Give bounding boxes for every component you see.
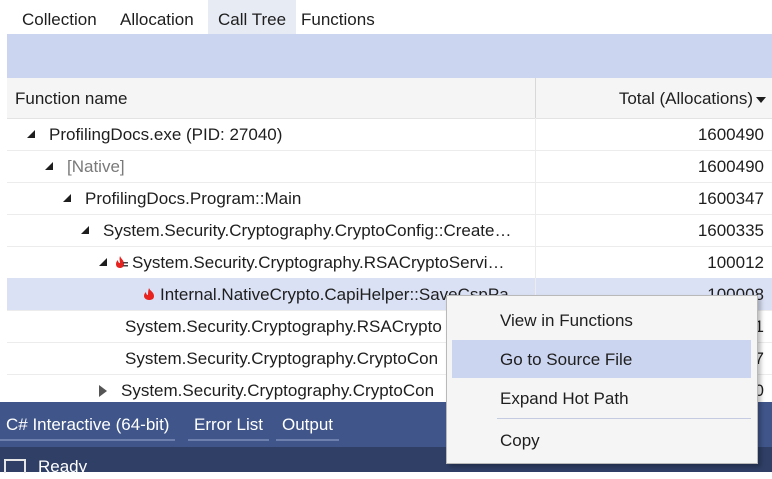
table-row[interactable]: ProfilingDocs.exe (PID: 27040) 1600490 [7, 118, 772, 151]
collapse-triangle-icon[interactable] [63, 193, 71, 202]
collapse-triangle-icon[interactable] [27, 129, 35, 138]
row-label: ProfilingDocs.exe (PID: 27040) [49, 125, 283, 144]
menu-separator [497, 418, 751, 419]
tab-underline [276, 439, 340, 441]
table-row[interactable]: ProfilingDocs.Program::Main 1600347 [7, 182, 772, 215]
column-divider[interactable] [535, 78, 536, 118]
menu-item-copy[interactable]: Copy [452, 421, 751, 459]
collapse-triangle-icon[interactable] [99, 257, 107, 266]
column-divider [535, 246, 536, 278]
row-label: System.Security.Cryptography.RSACrypto [125, 317, 442, 336]
menu-item-label: View in Functions [500, 311, 633, 330]
tab-functions[interactable]: Functions [291, 0, 385, 34]
row-value: 1600490 [697, 125, 764, 144]
row-value: 1600490 [697, 157, 764, 176]
grid-header: Function name Total (Allocations) [7, 78, 772, 119]
column-divider [535, 182, 536, 214]
row-label: System.Security.Cryptography.CryptoCon [121, 381, 435, 400]
tab-underline [188, 439, 269, 441]
tab-label: Error List [194, 415, 263, 434]
table-row[interactable]: System.Security.Cryptography.RSACryptoSe… [7, 246, 772, 279]
tab-underline [0, 439, 176, 441]
menu-item-label: Copy [500, 431, 540, 450]
menu-item-expand-hot-path[interactable]: Expand Hot Path [452, 379, 751, 417]
tab-collection[interactable]: Collection [12, 0, 107, 34]
column-divider [535, 150, 536, 182]
sort-descending-icon [756, 96, 766, 103]
tab-call-tree[interactable]: Call Tree [208, 0, 297, 34]
row-label: [Native] [67, 157, 125, 176]
hot-path-expand-icon [116, 255, 128, 268]
hot-path-flame-icon [144, 287, 154, 300]
column-header-total-label: Total (Allocations) [618, 89, 753, 108]
row-value: 1600347 [697, 189, 764, 208]
table-row[interactable]: [Native] 1600490 [7, 150, 772, 183]
column-header-function-name[interactable]: Function name [15, 78, 127, 120]
tab-label: C# Interactive (64-bit) [6, 415, 170, 434]
column-divider [535, 118, 536, 150]
toolbar [7, 34, 772, 78]
collapse-triangle-icon[interactable] [81, 225, 89, 234]
column-header-total[interactable]: Total (Allocations) [619, 78, 766, 120]
row-value: 1600335 [697, 221, 764, 240]
view-tabs: Collection Allocation Call Tree Function… [0, 0, 772, 34]
row-value: 100012 [707, 253, 764, 272]
tab-csharp-interactive[interactable]: C# Interactive (64-bit) [0, 402, 176, 447]
tab-error-list[interactable]: Error List [188, 402, 269, 447]
tab-output[interactable]: Output [276, 402, 340, 447]
tab-label: Output [282, 415, 334, 434]
column-divider [535, 214, 536, 246]
status-window-icon [4, 459, 26, 473]
context-menu: View in Functions Go to Source File Expa… [446, 295, 758, 464]
collapse-triangle-icon[interactable] [45, 161, 53, 170]
row-label: System.Security.Cryptography.CryptoConfi… [103, 221, 512, 240]
menu-item-go-to-source-file[interactable]: Go to Source File [452, 340, 751, 378]
table-row[interactable]: System.Security.Cryptography.CryptoConfi… [7, 214, 772, 247]
menu-item-label: Expand Hot Path [500, 389, 629, 408]
row-label: System.Security.Cryptography.RSACryptoSe… [132, 253, 505, 272]
row-label: System.Security.Cryptography.CryptoCon [125, 349, 439, 368]
tab-allocation[interactable]: Allocation [110, 0, 204, 34]
menu-item-view-in-functions[interactable]: View in Functions [452, 301, 751, 339]
status-text: Ready [38, 457, 88, 476]
menu-item-label: Go to Source File [500, 350, 633, 369]
row-label: ProfilingDocs.Program::Main [85, 189, 302, 208]
expand-triangle-icon[interactable] [99, 384, 107, 397]
